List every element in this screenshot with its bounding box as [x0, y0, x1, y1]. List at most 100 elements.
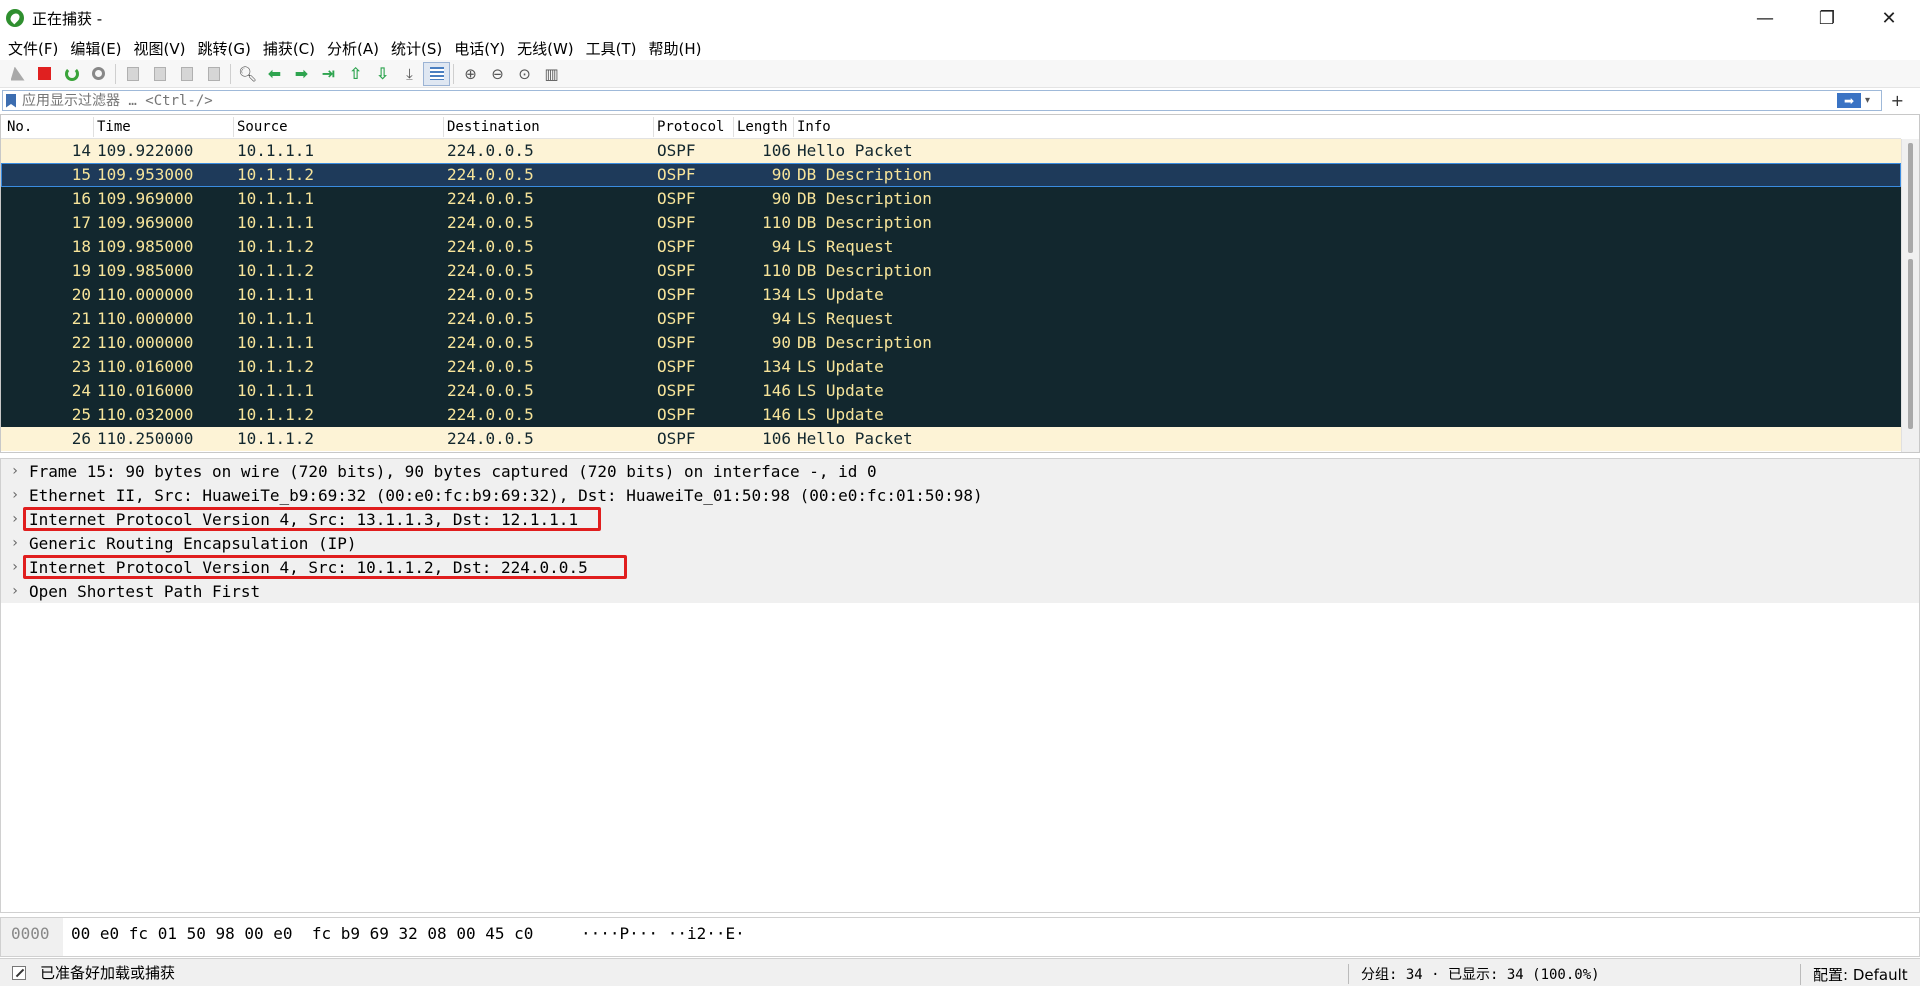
packet-row[interactable]: 20 110.000000 10.1.1.1 224.0.0.5 OSPF 134 LS U…: [1, 283, 1901, 307]
packet-destination: 224.0.0.5: [447, 333, 534, 352]
close-button[interactable]: ✕: [1858, 0, 1920, 36]
menu-statistics[interactable]: 统计(S): [385, 38, 448, 59]
packet-destination: 224.0.0.5: [447, 357, 534, 376]
packet-row[interactable]: 26 110.250000 10.1.1.2 224.0.0.5 OSPF 106 Hell…: [1, 427, 1901, 451]
menu-analyze[interactable]: 分析(A): [321, 38, 385, 59]
display-filter-bar: ➡ ▾ +: [0, 90, 1920, 112]
minimize-button[interactable]: —: [1734, 0, 1796, 36]
column-separator: [653, 117, 654, 137]
bookmark-icon[interactable]: [6, 93, 16, 108]
packet-row[interactable]: 19 109.985000 10.1.1.2 224.0.0.5 OSPF 110 DB D…: [1, 259, 1901, 283]
go-to-packet-button[interactable]: ⇥: [315, 62, 342, 86]
shark-fin-icon: [10, 66, 25, 81]
start-capture-button[interactable]: [4, 62, 31, 86]
packet-time: 109.985000: [97, 237, 194, 256]
reload-file-button[interactable]: [200, 62, 227, 86]
packet-list-rows: 14 109.922000 10.1.1.1 224.0.0.5 OSPF 106 Hell…: [1, 139, 1901, 451]
zoom-in-button[interactable]: ⊕: [457, 62, 484, 86]
packet-row[interactable]: 21 110.000000 10.1.1.1 224.0.0.5 OSPF 94 LS Re…: [1, 307, 1901, 331]
menu-wireless[interactable]: 无线(W): [511, 38, 580, 59]
display-filter-input[interactable]: [22, 91, 1837, 110]
packet-row[interactable]: 24 110.016000 10.1.1.1 224.0.0.5 OSPF 146 LS U…: [1, 379, 1901, 403]
packet-row[interactable]: 23 110.016000 10.1.1.2 224.0.0.5 OSPF 134 LS U…: [1, 355, 1901, 379]
packet-length: 90: [771, 333, 791, 352]
chevron-right-icon[interactable]: ›: [1, 535, 29, 551]
chevron-down-icon[interactable]: ▾: [1865, 95, 1877, 106]
column-header-no[interactable]: No.: [7, 119, 32, 135]
packet-row[interactable]: 16 109.969000 10.1.1.1 224.0.0.5 OSPF 90 DB De…: [1, 187, 1901, 211]
restart-capture-button[interactable]: [58, 62, 85, 86]
column-header-protocol[interactable]: Protocol: [657, 119, 724, 135]
normal-size-button[interactable]: ⊙: [511, 62, 538, 86]
detail-tree-label: Frame 15: 90 bytes on wire (720 bits), 9…: [29, 461, 877, 481]
window-title: 正在捕获 -: [32, 9, 103, 28]
packet-time: 110.016000: [97, 381, 194, 400]
restart-icon: [64, 66, 79, 81]
close-file-button[interactable]: [173, 62, 200, 86]
detail-tree-item[interactable]: › Internet Protocol Version 4, Src: 13.1.…: [1, 507, 1919, 531]
detail-tree-item[interactable]: › Internet Protocol Version 4, Src: 10.1.…: [1, 555, 1919, 579]
stop-capture-button[interactable]: [31, 62, 58, 86]
packet-row[interactable]: 25 110.032000 10.1.1.2 224.0.0.5 OSPF 146 LS U…: [1, 403, 1901, 427]
packet-row[interactable]: 17 109.969000 10.1.1.1 224.0.0.5 OSPF 110 DB D…: [1, 211, 1901, 235]
capture-file-properties-icon[interactable]: [12, 965, 26, 980]
chevron-right-icon[interactable]: ›: [1, 463, 29, 479]
apply-filter-button[interactable]: ➡: [1837, 93, 1861, 108]
packet-no: 18: [71, 237, 91, 256]
packet-no: 25: [71, 405, 91, 424]
menu-help[interactable]: 帮助(H): [643, 38, 708, 59]
colorize-button[interactable]: [423, 61, 450, 86]
packet-details-pane: › Frame 15: 90 bytes on wire (720 bits), …: [0, 458, 1920, 913]
wireshark-fin-icon: [6, 9, 24, 27]
menu-view[interactable]: 视图(V): [128, 38, 192, 59]
go-forward-button[interactable]: ➡: [288, 62, 315, 86]
detail-tree-item[interactable]: › Ethernet II, Src: HuaweiTe_b9:69:32 (00…: [1, 483, 1919, 507]
search-icon: 🔍︎: [237, 64, 258, 83]
column-header-source[interactable]: Source: [237, 119, 288, 135]
packet-row[interactable]: 15 109.953000 10.1.1.2 224.0.0.5 OSPF 90 DB De…: [1, 163, 1901, 187]
column-header-length[interactable]: Length: [737, 119, 788, 135]
save-file-button[interactable]: [146, 62, 173, 86]
add-filter-button[interactable]: +: [1891, 91, 1904, 110]
menu-edit[interactable]: 编辑(E): [64, 38, 127, 59]
column-header-time[interactable]: Time: [97, 119, 131, 135]
first-packet-button[interactable]: ⇧: [342, 62, 369, 86]
packet-list-scrollbar[interactable]: [1901, 139, 1919, 452]
packet-row[interactable]: 14 109.922000 10.1.1.1 224.0.0.5 OSPF 106 Hell…: [1, 139, 1901, 163]
packet-source: 10.1.1.1: [237, 189, 315, 208]
column-header-destination[interactable]: Destination: [447, 119, 540, 135]
scrollbar-thumb[interactable]: [1908, 259, 1913, 429]
hex-bytes[interactable]: 00 e0 fc 01 50 98 00 e0 fc b9 69 32 08 0…: [71, 924, 533, 943]
menu-telephony[interactable]: 电话(Y): [448, 38, 511, 59]
menu-capture[interactable]: 捕获(C): [257, 38, 321, 59]
detail-tree-item[interactable]: › Frame 15: 90 bytes on wire (720 bits), …: [1, 459, 1919, 483]
menu-go[interactable]: 跳转(G): [192, 38, 257, 59]
resize-columns-button[interactable]: ▥: [538, 62, 565, 86]
menu-tools[interactable]: 工具(T): [580, 38, 643, 59]
column-separator: [733, 117, 734, 137]
hex-ascii[interactable]: ····P··· ··i2··E·: [581, 924, 745, 943]
profile-selector[interactable]: 配置: Default: [1800, 964, 1908, 985]
detail-tree-item[interactable]: › Generic Routing Encapsulation (IP): [1, 531, 1919, 555]
detail-tree-item[interactable]: › Open Shortest Path First: [1, 579, 1919, 603]
scrollbar-thumb[interactable]: [1908, 143, 1913, 253]
chevron-right-icon[interactable]: ›: [1, 487, 29, 503]
open-file-button[interactable]: [119, 62, 146, 86]
packet-no: 26: [71, 429, 91, 448]
go-back-button[interactable]: ⬅: [261, 62, 288, 86]
column-header-info[interactable]: Info: [797, 119, 831, 135]
last-packet-button[interactable]: ⇩: [369, 62, 396, 86]
packet-destination: 224.0.0.5: [447, 213, 534, 232]
find-packet-button[interactable]: 🔍︎: [234, 62, 261, 86]
menu-file[interactable]: 文件(F): [2, 38, 64, 59]
packet-row[interactable]: 18 109.985000 10.1.1.2 224.0.0.5 OSPF 94 LS Re…: [1, 235, 1901, 259]
packet-info: DB Description: [797, 165, 932, 184]
restore-button[interactable]: ❐: [1796, 0, 1858, 36]
display-filter-box: ➡ ▾: [2, 90, 1882, 111]
autoscroll-button[interactable]: ⤓: [396, 62, 423, 86]
chevron-right-icon[interactable]: ›: [1, 583, 29, 599]
capture-options-button[interactable]: [85, 62, 112, 86]
zoom-out-button[interactable]: ⊖: [484, 62, 511, 86]
packet-info: Hello Packet: [797, 429, 913, 448]
packet-row[interactable]: 22 110.000000 10.1.1.1 224.0.0.5 OSPF 90 DB De…: [1, 331, 1901, 355]
